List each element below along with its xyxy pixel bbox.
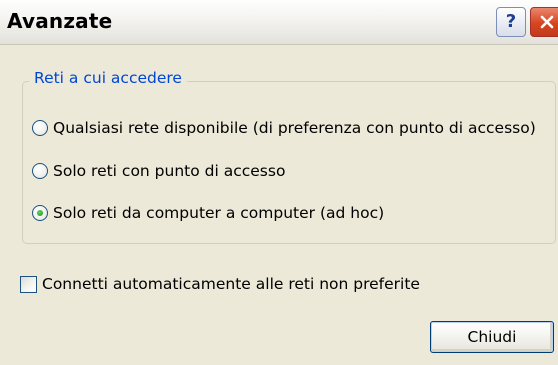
title-bar[interactable]: Avanzate ?	[0, 0, 558, 45]
radio-any-network[interactable]	[32, 120, 48, 136]
option-any-network[interactable]: Qualsiasi rete disponibile (di preferenz…	[32, 117, 536, 139]
option-access-point-only-label[interactable]: Solo reti con punto di accesso	[53, 162, 285, 180]
close-x-icon	[540, 15, 554, 29]
auto-connect-checkbox[interactable]	[20, 275, 37, 293]
option-any-network-label[interactable]: Qualsiasi rete disponibile (di preferenz…	[53, 119, 536, 137]
option-adhoc-only[interactable]: Solo reti da computer a computer (ad hoc…	[32, 202, 384, 224]
advanced-dialog: Avanzate ? Reti a cui accedere Qualsiasi…	[0, 0, 558, 365]
title-close-button[interactable]	[530, 7, 558, 37]
groupbox-legend: Reti a cui accedere	[29, 69, 187, 87]
dialog-title: Avanzate	[7, 9, 113, 33]
close-button[interactable]: Chiudi	[430, 321, 554, 353]
option-adhoc-only-label[interactable]: Solo reti da computer a computer (ad hoc…	[53, 204, 384, 222]
radio-selected-dot	[37, 210, 43, 216]
radio-adhoc-only[interactable]	[32, 205, 48, 221]
option-access-point-only[interactable]: Solo reti con punto di accesso	[32, 160, 285, 182]
help-button[interactable]: ?	[496, 7, 526, 37]
auto-connect-row[interactable]: Connetti automaticamente alle reti non p…	[20, 273, 420, 295]
auto-connect-label[interactable]: Connetti automaticamente alle reti non p…	[42, 275, 420, 293]
radio-access-point-only[interactable]	[32, 163, 48, 179]
help-icon: ?	[505, 11, 517, 32]
